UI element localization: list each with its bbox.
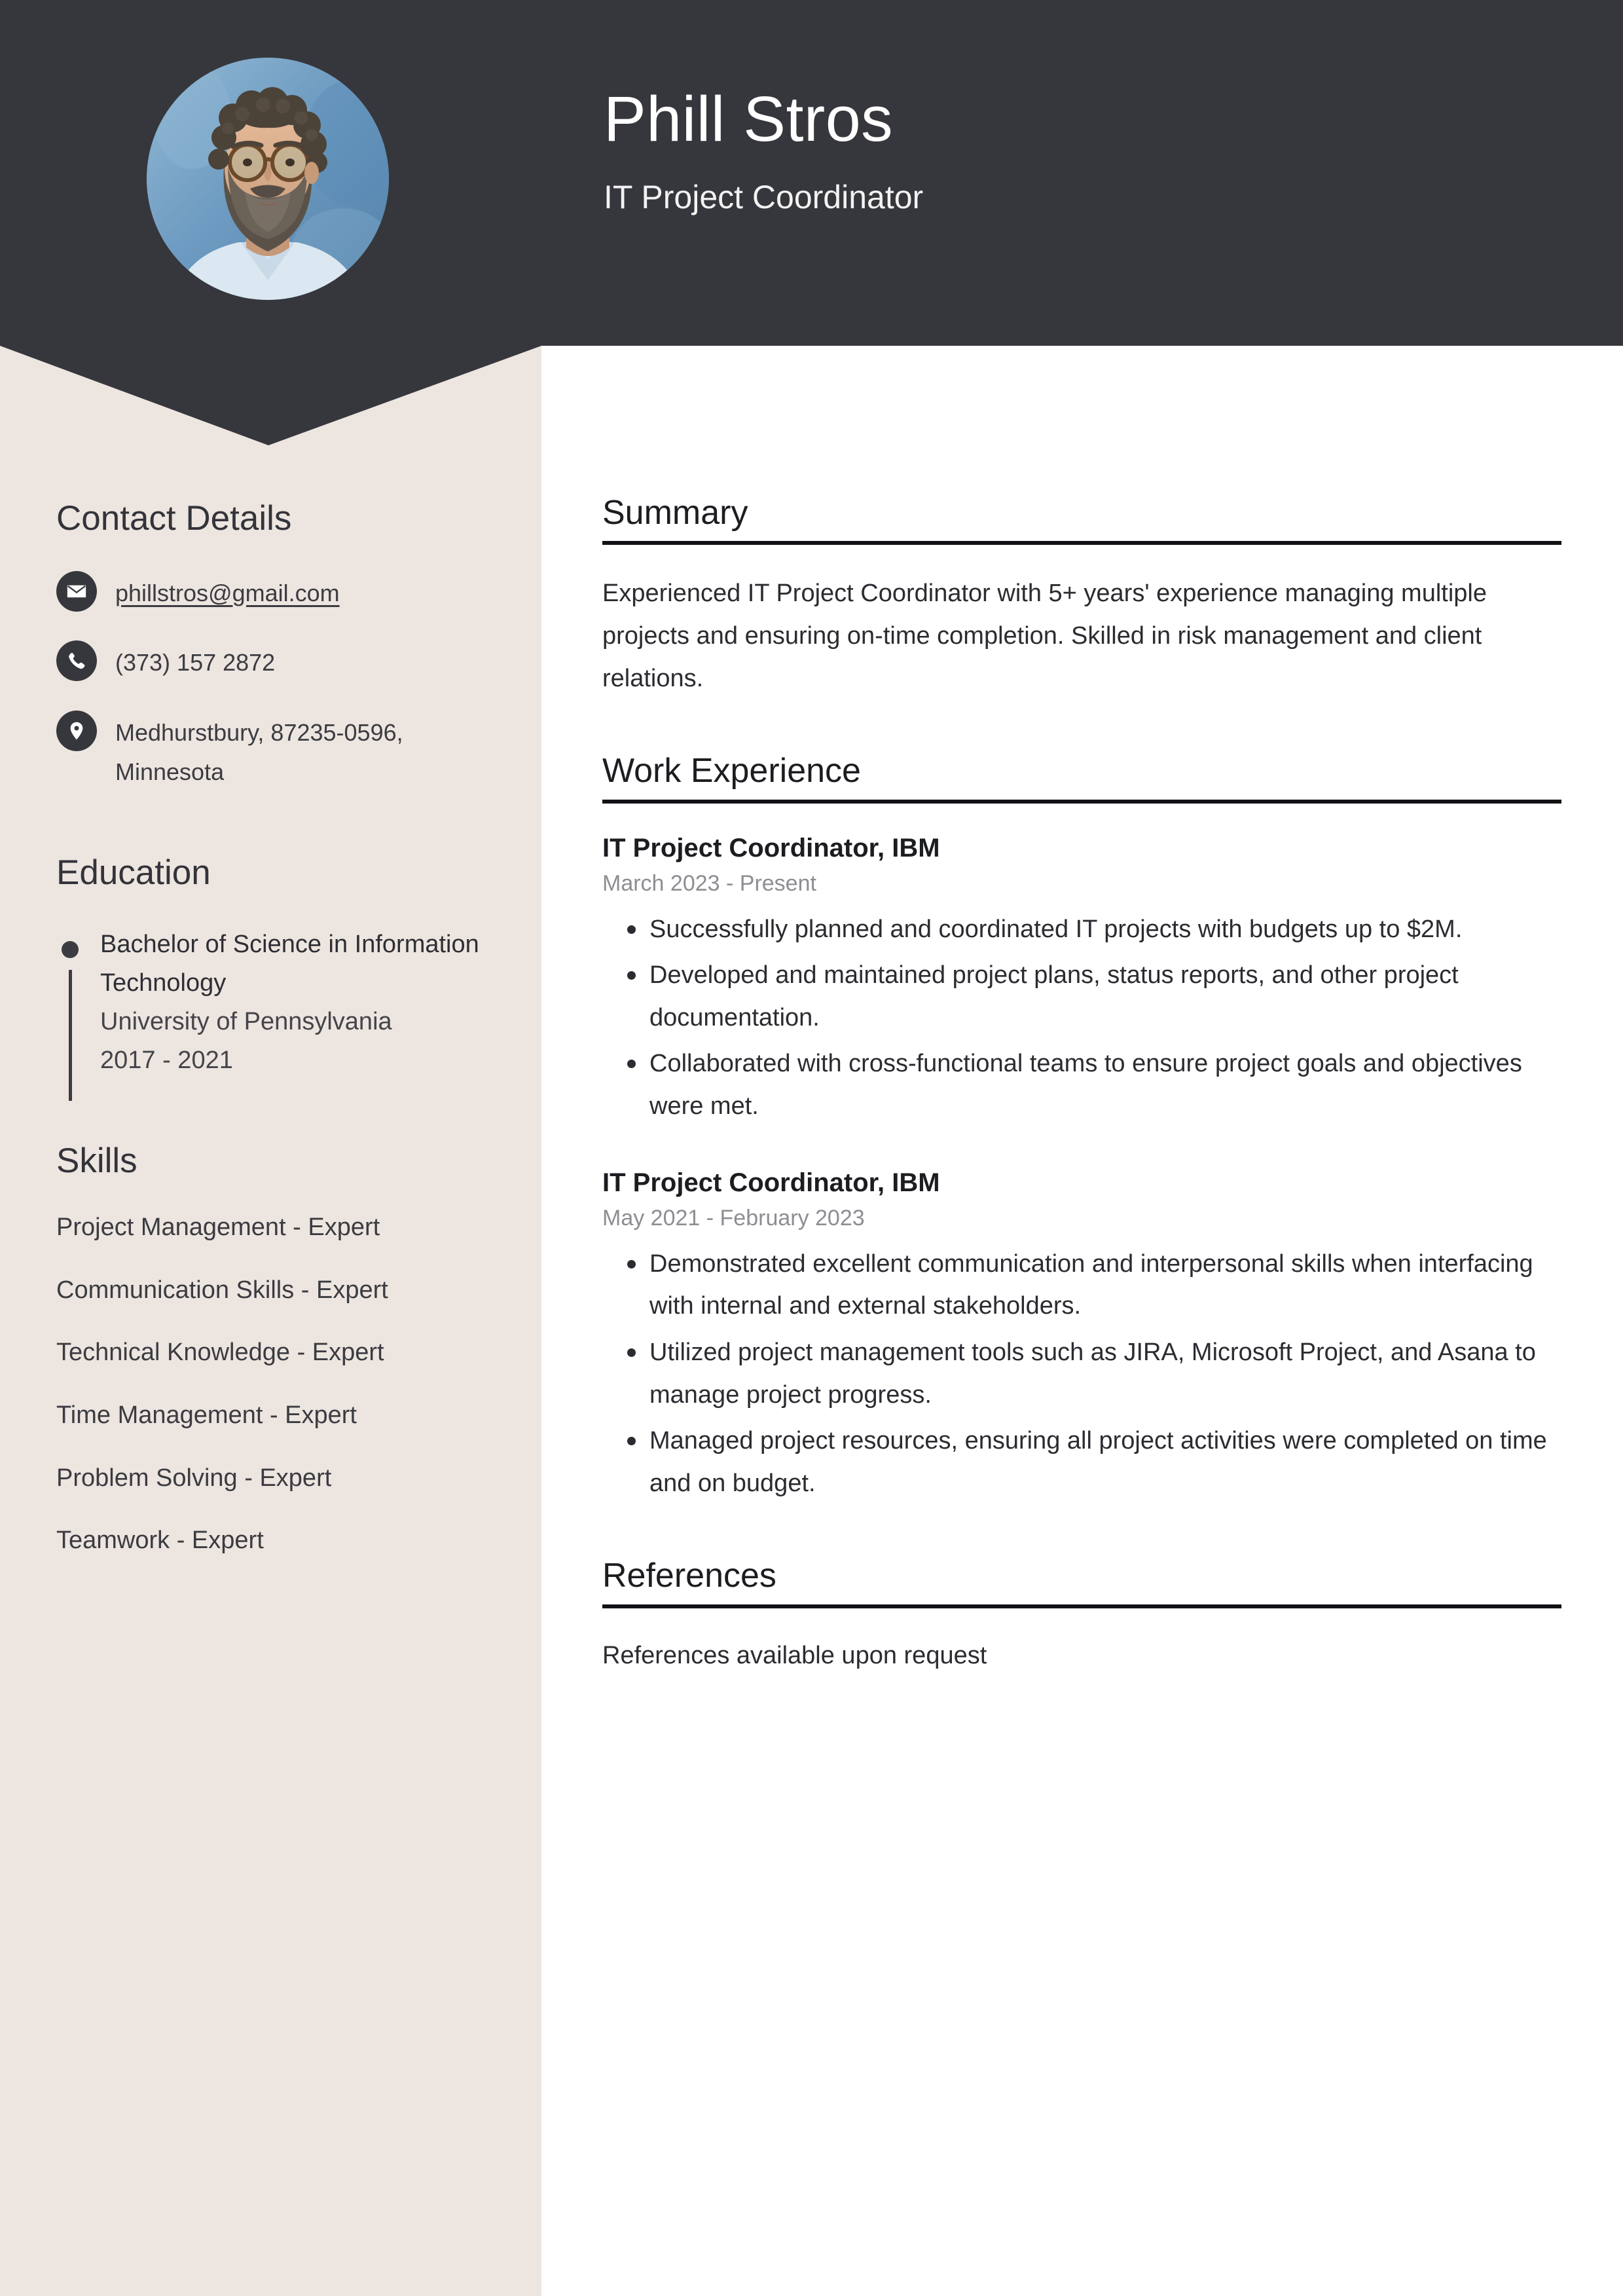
contact-phone-value: (373) 157 2872 bbox=[115, 649, 276, 676]
job-entry: IT Project Coordinator, IBM March 2023 -… bbox=[602, 831, 1561, 1128]
summary-section: Summary Experienced IT Project Coordinat… bbox=[602, 492, 1561, 699]
work-experience-heading: Work Experience bbox=[602, 752, 861, 790]
contact-address-value: Medhurstbury, 87235-0596, Minnesota bbox=[115, 718, 403, 785]
job-bullet: Utilized project management tools such a… bbox=[602, 1331, 1561, 1416]
references-heading: References bbox=[602, 1557, 776, 1595]
location-pin-icon bbox=[56, 710, 97, 751]
envelope-icon bbox=[56, 570, 97, 612]
summary-text: Experienced IT Project Coordinator with … bbox=[602, 580, 1487, 692]
job-bullet: Demonstrated excellent communication and… bbox=[602, 1243, 1561, 1327]
contact-details-heading: Contact Details bbox=[56, 499, 292, 538]
contact-item-email[interactable]: phillstros@gmail.com bbox=[56, 570, 488, 613]
job-bullet: Managed project resources, ensuring all … bbox=[602, 1420, 1561, 1504]
skill-item: Project Management - Expert bbox=[56, 1213, 380, 1242]
skill-item: Technical Knowledge - Expert bbox=[56, 1339, 384, 1367]
education-school: University of Pennsylvania bbox=[100, 1007, 392, 1035]
main-content: Summary Experienced IT Project Coordinat… bbox=[602, 492, 1561, 1675]
references-section: References References available upon req… bbox=[602, 1555, 1561, 1675]
job-bullet-list: Demonstrated excellent communication and… bbox=[602, 1243, 1561, 1505]
job-dates: May 2021 - February 2023 bbox=[602, 1206, 865, 1231]
contact-item-phone[interactable]: (373) 157 2872 bbox=[56, 640, 488, 682]
summary-heading: Summary bbox=[602, 494, 748, 532]
contact-item-address: Medhurstbury, 87235-0596, Minnesota bbox=[56, 710, 488, 792]
full-name: Phill Stros bbox=[604, 83, 894, 155]
skill-item: Communication Skills - Expert bbox=[56, 1276, 388, 1304]
job-bullet: Collaborated with cross-functional teams… bbox=[602, 1043, 1561, 1127]
bullet-dot-icon bbox=[62, 941, 79, 959]
avatar bbox=[147, 58, 389, 300]
section-divider bbox=[602, 1604, 1561, 1608]
skill-item: Problem Solving - Expert bbox=[56, 1464, 332, 1492]
resume-page: Phill Stros IT Project Coordinator Conta… bbox=[0, 0, 1623, 2296]
phone-icon bbox=[56, 640, 97, 682]
section-divider bbox=[602, 799, 1561, 804]
education-section: Education Bachelor of Science in Informa… bbox=[56, 852, 488, 1102]
timeline-line bbox=[69, 970, 72, 1102]
skills-heading: Skills bbox=[56, 1141, 137, 1180]
skills-section: Skills Project Management - Expert Commu… bbox=[56, 1140, 488, 1556]
section-divider bbox=[602, 541, 1561, 546]
job-bullet: Developed and maintained project plans, … bbox=[602, 954, 1561, 1039]
contact-email-value[interactable]: phillstros@gmail.com bbox=[115, 571, 340, 613]
job-entry: IT Project Coordinator, IBM May 2021 - F… bbox=[602, 1166, 1561, 1505]
job-title: IT Project Coordinator bbox=[604, 178, 924, 215]
contact-list: phillstros@gmail.com (373) 157 2872 Medh… bbox=[56, 570, 488, 792]
education-degree: Bachelor of Science in Information Techn… bbox=[100, 931, 479, 997]
work-experience-section: Work Experience IT Project Coordinator, … bbox=[602, 750, 1561, 1504]
skills-list: Project Management - Expert Communicatio… bbox=[56, 1213, 488, 1556]
sidebar: Contact Details phillstros@gmail.com (37… bbox=[56, 498, 488, 1556]
skill-item: Time Management - Expert bbox=[56, 1401, 357, 1429]
job-role: IT Project Coordinator, IBM bbox=[602, 1168, 940, 1197]
references-text: References available upon request bbox=[602, 1641, 987, 1669]
job-role: IT Project Coordinator, IBM bbox=[602, 833, 940, 862]
contact-details-section: Contact Details phillstros@gmail.com (37… bbox=[56, 498, 488, 792]
skill-item: Teamwork - Expert bbox=[56, 1527, 264, 1555]
education-heading: Education bbox=[56, 853, 211, 893]
education-years: 2017 - 2021 bbox=[100, 1046, 233, 1074]
job-dates: March 2023 - Present bbox=[602, 871, 816, 897]
education-item: Bachelor of Science in Information Techn… bbox=[56, 925, 488, 1102]
job-bullet-list: Successfully planned and coordinated IT … bbox=[602, 908, 1561, 1128]
header-identity: Phill Stros IT Project Coordinator bbox=[604, 83, 1520, 217]
job-bullet: Successfully planned and coordinated IT … bbox=[602, 908, 1561, 951]
